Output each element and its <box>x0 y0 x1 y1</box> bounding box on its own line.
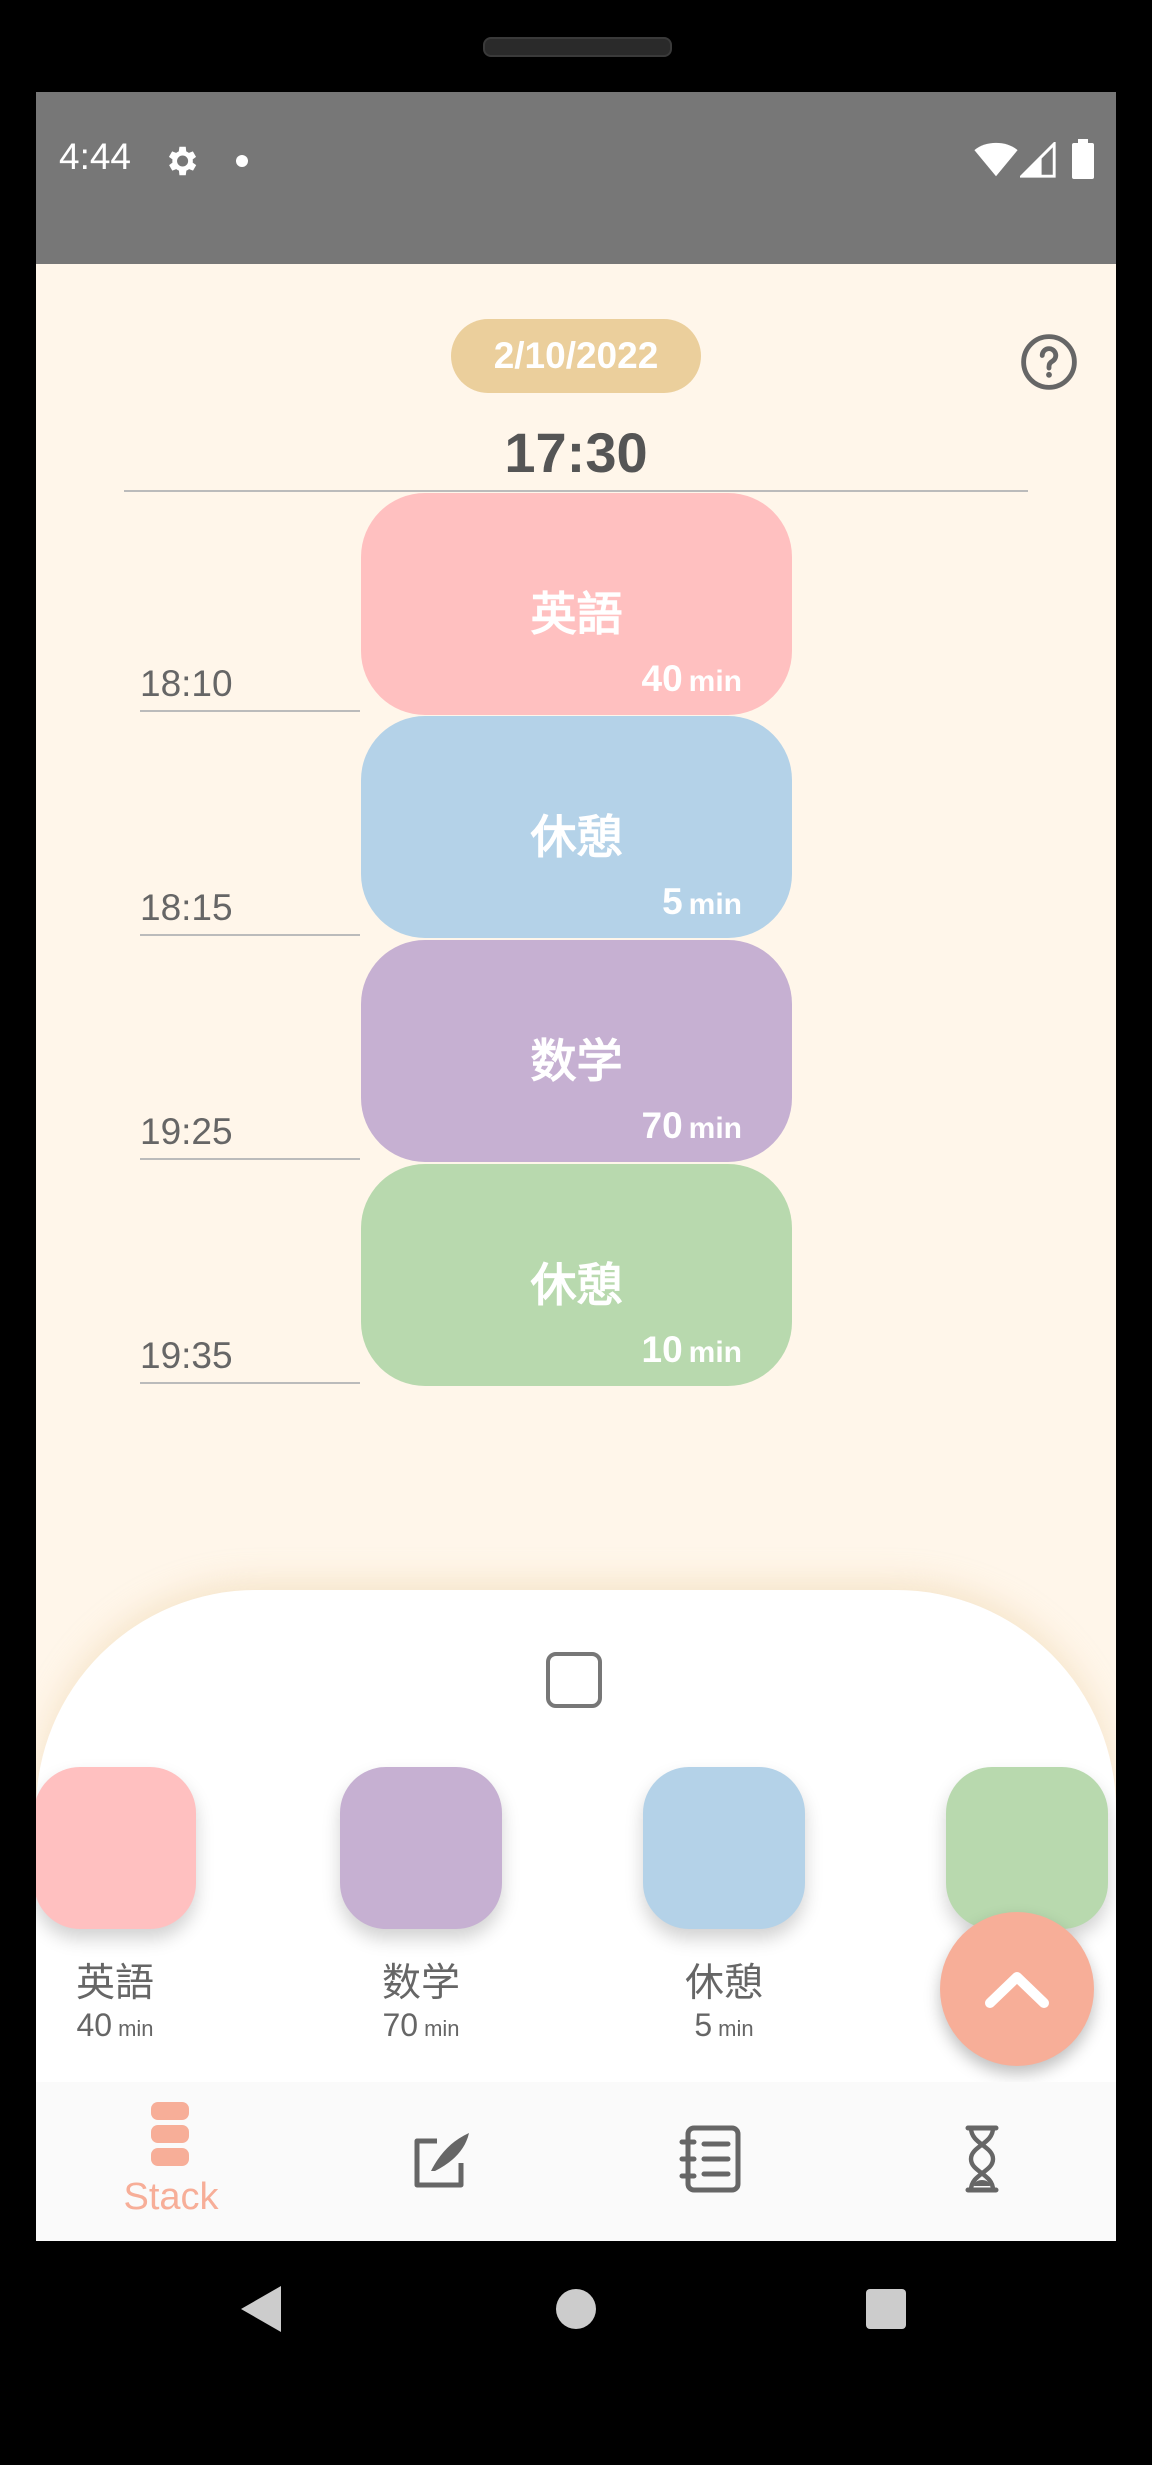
back-icon[interactable] <box>241 2286 281 2332</box>
block-duration: 40 min <box>641 658 743 699</box>
chevron-up-icon <box>985 1972 1049 2008</box>
home-icon[interactable] <box>556 2289 596 2329</box>
nav-tab-edit[interactable] <box>306 2082 576 2241</box>
palette-name: 数学 <box>381 1962 460 2005</box>
phone-speaker <box>483 37 672 57</box>
status-bar: 4:44 <box>36 92 1116 264</box>
end-time-label: 19:35 <box>140 1334 360 1384</box>
hourglass-icon <box>965 2125 999 2193</box>
bottom-navigation: Stack <box>36 2082 1116 2241</box>
end-time-label: 18:10 <box>140 662 360 712</box>
palette-name: 休憩 <box>684 1962 763 2005</box>
palette-tile-english[interactable] <box>36 1767 196 1929</box>
timeline-block-break[interactable]: 休憩 10 min <box>361 1164 792 1386</box>
recent-apps-icon[interactable] <box>866 2289 906 2329</box>
signal-icon <box>1020 142 1056 178</box>
date-picker-button[interactable]: 2/10/2022 <box>451 319 701 393</box>
timeline-block-english[interactable]: 英語 40 min <box>361 493 792 715</box>
edit-icon <box>414 2133 469 2188</box>
block-name: 休憩 <box>530 811 623 863</box>
end-time-label: 19:25 <box>140 1110 360 1160</box>
end-time-label: 18:15 <box>140 886 360 936</box>
palette-duration: 5 min <box>694 2007 754 2043</box>
battery-icon <box>1072 139 1094 179</box>
notebook-icon <box>679 2125 741 2193</box>
palette-duration: 70 min <box>382 2007 460 2043</box>
block-duration: 70 min <box>641 1105 743 1146</box>
expand-sheet-button[interactable] <box>940 1912 1094 2066</box>
block-name: 英語 <box>530 588 623 640</box>
block-duration: 10 min <box>641 1329 743 1370</box>
palette-name: 英語 <box>75 1962 154 2005</box>
nav-tab-stack[interactable]: Stack <box>36 2082 306 2241</box>
settings-gear-icon <box>168 146 197 176</box>
palette-tile-break[interactable] <box>643 1767 805 1929</box>
help-icon[interactable] <box>1020 333 1078 391</box>
nav-label-stack: Stack <box>123 2176 219 2218</box>
block-name: 休憩 <box>530 1259 623 1311</box>
block-name: 数学 <box>530 1035 623 1087</box>
status-time: 4:44 <box>59 136 132 177</box>
palette-tile-break-long[interactable] <box>946 1767 1108 1929</box>
select-all-checkbox[interactable] <box>546 1652 602 1708</box>
nav-tab-list[interactable] <box>576 2082 846 2241</box>
notification-dot-icon <box>236 155 248 167</box>
timeline-block-break[interactable]: 休憩 5 min <box>361 716 792 938</box>
timeline-block-math[interactable]: 数学 70 min <box>361 940 792 1162</box>
phone-frame: 4:44 2/10/2022 17:30 英語 40 min 18:10 休憩 … <box>0 0 1152 2465</box>
app-screen: 4:44 2/10/2022 17:30 英語 40 min 18:10 休憩 … <box>36 92 1116 2241</box>
system-navigation-bar <box>36 2241 1116 2376</box>
block-duration: 5 min <box>662 881 742 922</box>
start-time-label[interactable]: 17:30 <box>36 420 1116 485</box>
nav-tab-timer[interactable] <box>846 2082 1116 2241</box>
palette-duration: 40 min <box>76 2007 154 2043</box>
stack-icon <box>151 2102 189 2166</box>
wifi-icon <box>974 142 1018 177</box>
start-time-divider <box>124 490 1028 492</box>
palette-tile-math[interactable] <box>340 1767 502 1929</box>
